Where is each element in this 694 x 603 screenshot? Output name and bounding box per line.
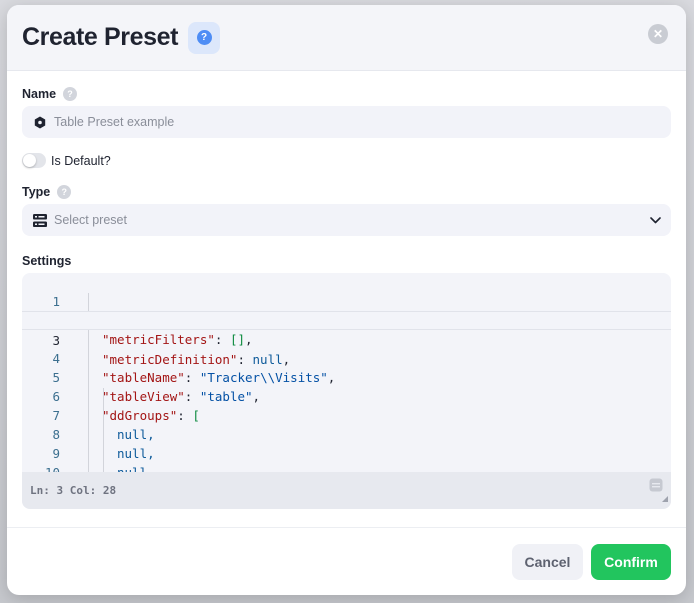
cancel-button[interactable]: Cancel	[512, 543, 583, 580]
toggle-knob	[23, 154, 36, 167]
code-line: 11 ]	[22, 463, 671, 472]
editor-status-bar: Ln: 3 Col: 28	[22, 472, 671, 509]
server-stack-icon	[32, 213, 48, 227]
code-line: 4 "tableName": "Tracker\\Visits",	[22, 330, 671, 385]
type-label-text: Type	[22, 185, 51, 199]
confirm-button[interactable]: Confirm	[591, 543, 671, 580]
code-line-active: 3 "metricDefinition": null,	[22, 311, 671, 367]
help-button[interactable]: ?	[188, 21, 221, 54]
create-preset-dialog: Create Preset ? ✕ Name ? Table Preset ex…	[7, 5, 686, 595]
dialog-footer: Cancel Confirm	[7, 527, 686, 595]
name-help-icon[interactable]: ?	[63, 87, 78, 101]
type-help-icon[interactable]: ?	[57, 185, 72, 199]
type-select[interactable]: Select preset	[22, 204, 671, 236]
code-line: 5 "tableView": "table",	[22, 349, 671, 404]
settings-code-editor[interactable]: 1 null{ 2 "metricFilters": [], 3 "metric…	[22, 273, 671, 509]
resize-handle-icon[interactable]	[662, 489, 668, 507]
name-label-text: Name	[22, 87, 57, 101]
type-field-label: Type ?	[22, 185, 671, 199]
dialog-body: Name ? Table Preset example Is Default? …	[7, 87, 686, 509]
code-line: 7 null,	[22, 387, 671, 442]
code-line: 2 "metricFilters": [],	[22, 292, 671, 347]
name-placeholder: Table Preset example	[54, 115, 175, 129]
name-input[interactable]: Table Preset example	[22, 106, 671, 138]
code-area[interactable]: 1 null{ 2 "metricFilters": [], 3 "metric…	[22, 273, 671, 472]
is-default-row: Is Default?	[22, 153, 671, 168]
code-line: 8 null,	[22, 406, 671, 461]
database-icon[interactable]	[649, 478, 663, 497]
name-field-label: Name ?	[22, 87, 671, 101]
dialog-header: Create Preset ? ✕	[7, 5, 686, 71]
is-default-label: Is Default?	[51, 153, 111, 168]
code-line: 6 "ddGroups": [	[22, 368, 671, 423]
code-line: 9 null,	[22, 425, 671, 472]
help-icon: ?	[196, 30, 212, 45]
hexagon-icon	[32, 116, 48, 129]
is-default-toggle[interactable]	[22, 153, 46, 168]
type-placeholder: Select preset	[54, 213, 127, 227]
chevron-down-icon	[650, 211, 661, 229]
dialog-title: Create Preset	[22, 23, 179, 51]
cursor-position: Ln: 3 Col: 28	[30, 484, 117, 497]
code-line: 10 null	[22, 444, 671, 472]
close-button[interactable]: ✕	[648, 24, 668, 44]
code-line: 1 null{	[22, 273, 671, 328]
settings-label-text: Settings	[22, 254, 72, 268]
settings-field-label: Settings	[22, 254, 671, 268]
